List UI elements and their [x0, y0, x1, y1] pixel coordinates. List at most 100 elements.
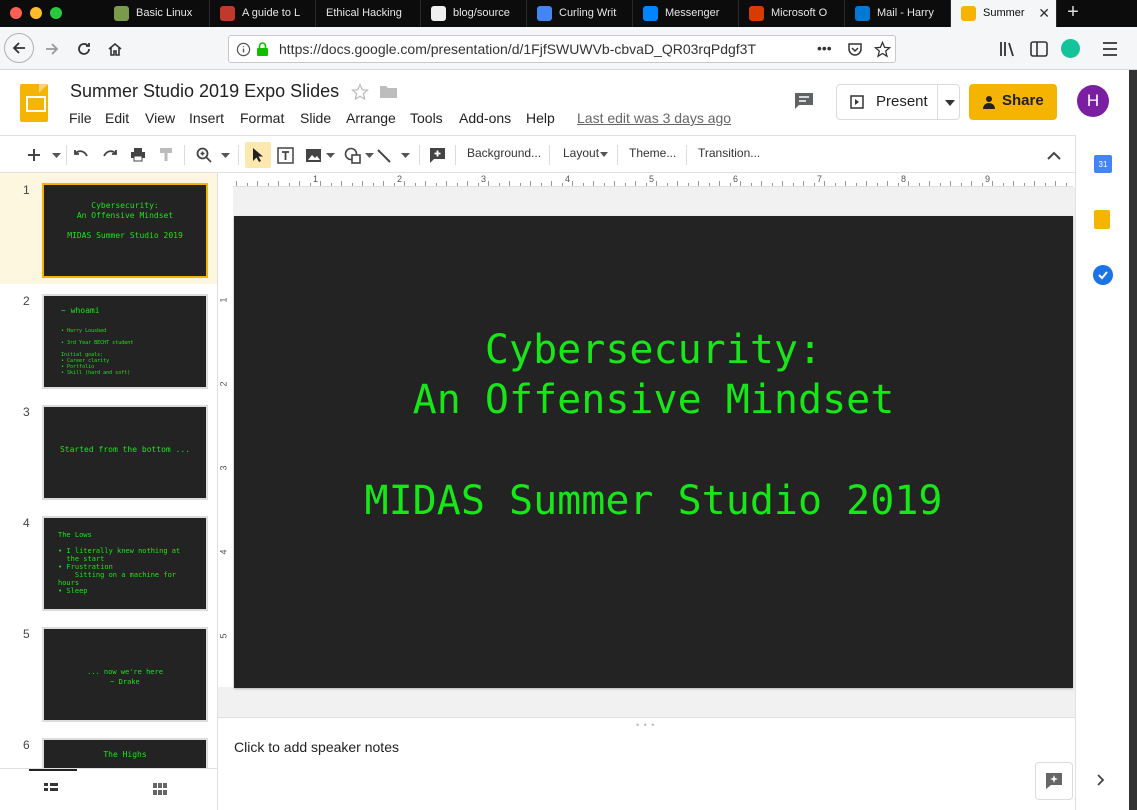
tab-favicon-icon [855, 6, 870, 21]
menu-item[interactable]: Format [240, 110, 284, 126]
lock-icon[interactable] [256, 42, 269, 57]
keep-icon[interactable] [1094, 210, 1110, 229]
tab-close-icon[interactable]: ✕ [1038, 0, 1050, 27]
close-window-button[interactable] [10, 7, 22, 19]
paint-format-icon[interactable] [159, 147, 173, 162]
theme-button[interactable]: Theme... [629, 146, 676, 160]
undo-icon[interactable] [73, 148, 89, 160]
last-edit-link[interactable]: Last edit was 3 days ago [577, 110, 731, 126]
home-button[interactable] [101, 35, 129, 63]
browser-tab[interactable]: Basic Linux [104, 0, 210, 27]
slide-number: 4 [23, 516, 30, 530]
notes-resize-handle[interactable]: • • • [636, 720, 655, 730]
speaker-notes[interactable]: • • • Click to add speaker notes [218, 717, 1075, 810]
slide-thumbnail[interactable]: ~ whoami • Harry Lousbed • 3rd Year BECHT … [42, 294, 208, 389]
slide-thumbnail-row[interactable]: 3 Started from the bottom ... [0, 401, 217, 508]
slides-logo-icon[interactable] [20, 84, 48, 122]
current-slide[interactable]: Cybersecurity: An Offensive Mindset MIDA… [234, 216, 1073, 688]
layout-button[interactable]: Layout [563, 146, 599, 160]
slide-thumbnail-row[interactable]: 6 The Highs [0, 734, 217, 768]
new-slide-dropdown-icon[interactable] [52, 153, 61, 158]
browser-tab[interactable]: blog/source [421, 0, 527, 27]
library-icon[interactable] [999, 41, 1017, 57]
background-button[interactable]: Background... [467, 146, 541, 160]
sidebar-icon[interactable] [1030, 41, 1048, 57]
star-icon[interactable] [351, 83, 369, 101]
tasks-icon[interactable] [1093, 265, 1113, 285]
menu-item[interactable]: File [69, 110, 92, 126]
menu-item[interactable]: Arrange [346, 110, 396, 126]
menu-item[interactable]: Help [526, 110, 555, 126]
line-dropdown-icon[interactable] [401, 153, 410, 158]
comments-icon[interactable] [794, 92, 814, 110]
browser-tab[interactable]: Curling Writ [527, 0, 633, 27]
print-icon[interactable] [130, 147, 146, 162]
zoom-dropdown-icon[interactable] [221, 153, 230, 158]
forward-button[interactable] [38, 35, 66, 63]
shape-icon[interactable] [344, 147, 362, 164]
slide-thumbnail-row[interactable]: 4 The Lows • I literally knew nothing at t… [0, 512, 217, 619]
calendar-icon[interactable]: 31 [1094, 155, 1112, 173]
transition-button[interactable]: Transition... [698, 146, 760, 160]
avatar[interactable]: H [1077, 85, 1109, 117]
image-icon[interactable] [305, 148, 322, 163]
browser-tab[interactable]: Microsoft O [739, 0, 845, 27]
line-icon[interactable] [376, 148, 392, 164]
menu-item[interactable]: Tools [410, 110, 443, 126]
slide-thumbnail[interactable]: The Highs [42, 738, 208, 768]
select-tool-button[interactable] [245, 142, 271, 168]
grammarly-icon[interactable] [1061, 39, 1080, 58]
new-tab-button[interactable]: + [1060, 0, 1086, 27]
ruler-tick [614, 181, 615, 186]
pocket-icon[interactable] [847, 42, 863, 57]
info-icon[interactable] [236, 42, 251, 57]
text-box-icon[interactable] [277, 147, 294, 164]
slide-thumbnail-row[interactable]: 5 ... now we're here ~ Drake [0, 623, 217, 730]
speaker-notes-placeholder[interactable]: Click to add speaker notes [234, 739, 399, 755]
new-slide-icon[interactable] [27, 148, 41, 162]
shape-dropdown-icon[interactable] [365, 153, 374, 158]
share-button[interactable]: Share [969, 84, 1057, 120]
filmstrip-view-icon[interactable] [44, 783, 58, 795]
slide-thumbnail[interactable]: Cybersecurity: An Offensive Mindset MIDAS … [42, 183, 208, 278]
reload-button[interactable] [70, 35, 98, 63]
hamburger-menu-icon[interactable] [1102, 42, 1118, 56]
expand-panel-chevron-icon[interactable] [1097, 774, 1105, 786]
menu-item[interactable]: Insert [189, 110, 224, 126]
browser-tab[interactable]: A guide to L [210, 0, 316, 27]
slide-thumbnail-row[interactable]: 2 ~ whoami • Harry Lousbed • 3rd Year BECHT… [0, 290, 217, 397]
slide-thumbnail-row[interactable]: 1 Cybersecurity: An Offensive Mindset MIDAS… [0, 179, 217, 286]
back-button[interactable] [4, 33, 34, 63]
slide-thumbnail[interactable]: ... now we're here ~ Drake [42, 627, 208, 722]
slide-title-line-2[interactable]: An Offensive Mindset [234, 377, 1073, 423]
menu-item[interactable]: View [145, 110, 175, 126]
add-comment-icon[interactable] [429, 147, 446, 163]
minimize-window-button[interactable] [30, 7, 42, 19]
slide-subtitle[interactable]: MIDAS Summer Studio 2019 [234, 478, 1073, 524]
menu-item[interactable]: Slide [300, 110, 331, 126]
document-title[interactable]: Summer Studio 2019 Expo Slides [70, 81, 339, 102]
maximize-window-button[interactable] [50, 7, 62, 19]
present-button[interactable]: Present [836, 84, 960, 120]
browser-tab[interactable]: Messenger [633, 0, 739, 27]
slide-title-line-1[interactable]: Cybersecurity: [234, 327, 1073, 373]
slide-thumbnail[interactable]: Started from the bottom ... [42, 405, 208, 500]
folder-icon[interactable] [379, 84, 398, 99]
grid-view-icon[interactable] [153, 783, 167, 795]
page-actions-icon[interactable]: ••• [817, 40, 832, 56]
address-bar[interactable]: https://docs.google.com/presentation/d/1… [228, 35, 896, 63]
redo-icon[interactable] [102, 148, 118, 160]
browser-tab[interactable]: Summer ✕ [951, 0, 1057, 27]
browser-tab[interactable]: Mail - Harry [845, 0, 951, 27]
browser-tab[interactable]: Ethical Hacking [316, 0, 421, 27]
bookmark-star-icon[interactable] [874, 41, 891, 58]
collapse-chevron-icon[interactable] [1047, 151, 1061, 160]
menu-item[interactable]: Edit [105, 110, 129, 126]
explore-button[interactable] [1035, 762, 1073, 800]
menu-item[interactable]: Add-ons [459, 110, 511, 126]
layout-dropdown-icon[interactable] [600, 152, 608, 157]
present-dropdown-icon[interactable] [945, 100, 955, 106]
image-dropdown-icon[interactable] [326, 153, 335, 158]
slide-thumbnail[interactable]: The Lows • I literally knew nothing at th… [42, 516, 208, 611]
zoom-icon[interactable] [196, 147, 212, 163]
